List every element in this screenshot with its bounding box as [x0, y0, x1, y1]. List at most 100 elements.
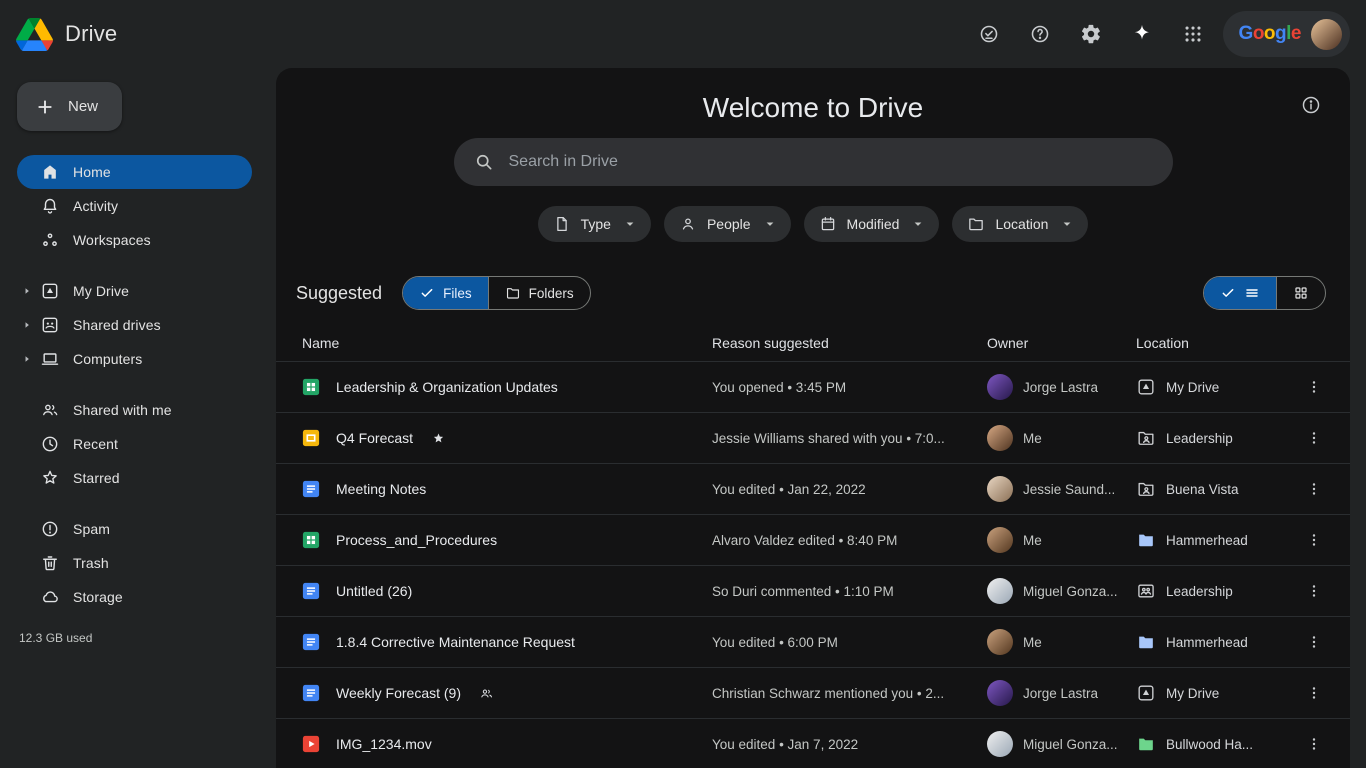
- search-input[interactable]: [509, 153, 1153, 171]
- file-name: Q4 Forecast: [336, 430, 413, 446]
- chevron-spacer: [22, 201, 40, 211]
- sidebar-item-workspaces[interactable]: Workspaces: [17, 223, 252, 257]
- table-header: Name Reason suggested Owner Location: [276, 324, 1350, 362]
- grid-view-button[interactable]: [1276, 277, 1325, 309]
- settings-button[interactable]: [1071, 14, 1111, 54]
- expand-chevron-icon[interactable]: [22, 286, 40, 296]
- list-view-button[interactable]: [1204, 277, 1276, 309]
- sidebar-item-computers[interactable]: Computers: [17, 342, 252, 376]
- sidebar-item-label: Storage: [73, 589, 123, 605]
- shared-folder-icon: [1136, 428, 1156, 448]
- file-row[interactable]: Leadership & Organization Updates You op…: [276, 362, 1350, 413]
- docs-file-icon: [302, 480, 320, 498]
- file-name: 1.8.4 Corrective Maintenance Request: [336, 634, 575, 650]
- offline-status-button[interactable]: [969, 14, 1009, 54]
- grid-view-icon: [1293, 285, 1309, 301]
- sidebar-item-home[interactable]: Home: [17, 155, 252, 189]
- filter-chip-type[interactable]: Type: [538, 206, 651, 242]
- gemini-button[interactable]: [1122, 14, 1162, 54]
- sidebar-item-shared-with-me[interactable]: Shared with me: [17, 393, 252, 427]
- docs-file-icon: [302, 684, 320, 702]
- file-row[interactable]: Untitled (26) So Duri commented • 1:10 P…: [276, 566, 1350, 617]
- folders-toggle[interactable]: Folders: [488, 277, 590, 309]
- row-menu-button[interactable]: [1298, 575, 1330, 607]
- info-icon: [1300, 94, 1322, 116]
- row-menu-button[interactable]: [1298, 524, 1330, 556]
- files-toggle[interactable]: Files: [403, 277, 488, 309]
- column-header-reason[interactable]: Reason suggested: [712, 335, 987, 351]
- row-menu-button[interactable]: [1298, 677, 1330, 709]
- location-name: My Drive: [1166, 380, 1219, 395]
- list-view-icon: [1244, 285, 1260, 301]
- new-button[interactable]: New: [17, 82, 122, 131]
- file-row[interactable]: IMG_1234.mov You edited • Jan 7, 2022 Mi…: [276, 719, 1350, 768]
- chevron-spacer: [22, 405, 40, 415]
- spam-icon: [40, 519, 60, 539]
- sidebar-item-activity[interactable]: Activity: [17, 189, 252, 223]
- account-avatar[interactable]: [1311, 19, 1342, 50]
- cloud-icon: [40, 587, 60, 607]
- row-menu-button[interactable]: [1298, 371, 1330, 403]
- file-row[interactable]: Q4 Forecast Jessie Williams shared with …: [276, 413, 1350, 464]
- info-button[interactable]: [1300, 94, 1322, 116]
- sidebar-item-my-drive[interactable]: My Drive: [17, 274, 252, 308]
- folder-icon: [505, 285, 521, 301]
- file-icon: [553, 215, 571, 233]
- files-folders-toggle: Files Folders: [402, 276, 591, 310]
- filter-chip-modified[interactable]: Modified: [804, 206, 940, 242]
- sidebar-item-trash[interactable]: Trash: [17, 546, 252, 580]
- drive-logo[interactable]: Drive: [0, 18, 260, 51]
- reason-suggested: So Duri commented • 1:10 PM: [712, 584, 987, 599]
- suggested-toolbar: Suggested Files Folders: [276, 276, 1350, 310]
- file-row[interactable]: Weekly Forecast (9) Christian Schwarz me…: [276, 668, 1350, 719]
- more-vertical-icon: [1305, 633, 1323, 651]
- more-vertical-icon: [1305, 378, 1323, 396]
- sidebar: New Home Activity Workspaces My Drive: [0, 68, 276, 768]
- account-pill[interactable]: Google: [1223, 11, 1350, 57]
- expand-chevron-icon[interactable]: [22, 354, 40, 364]
- owner-name: Jorge Lastra: [1023, 686, 1098, 701]
- sidebar-item-starred[interactable]: Starred: [17, 461, 252, 495]
- sidebar-item-label: Home: [73, 164, 111, 180]
- row-menu-button[interactable]: [1298, 473, 1330, 505]
- sidebar-group: Spam Trash Storage: [0, 512, 276, 614]
- sidebar-item-recent[interactable]: Recent: [17, 427, 252, 461]
- filter-chips: Type People Modified Location: [276, 206, 1350, 242]
- more-vertical-icon: [1305, 735, 1323, 753]
- column-header-name[interactable]: Name: [302, 335, 712, 351]
- search-bar[interactable]: [454, 138, 1173, 186]
- sidebar-item-spam[interactable]: Spam: [17, 512, 252, 546]
- workspaces-icon: [40, 230, 60, 250]
- help-icon: [1029, 23, 1051, 45]
- expand-chevron-icon[interactable]: [22, 320, 40, 330]
- sidebar-item-shared-drives[interactable]: Shared drives: [17, 308, 252, 342]
- filter-chip-location[interactable]: Location: [952, 206, 1088, 242]
- file-row[interactable]: 1.8.4 Corrective Maintenance Request You…: [276, 617, 1350, 668]
- owner-avatar: [987, 425, 1013, 451]
- column-header-owner[interactable]: Owner: [987, 335, 1136, 351]
- file-name: Untitled (26): [336, 583, 412, 599]
- shared-folder-icon: [1136, 479, 1156, 499]
- column-header-location[interactable]: Location: [1136, 335, 1290, 351]
- settings-icon: [1080, 23, 1102, 45]
- help-button[interactable]: [1020, 14, 1060, 54]
- topbar-actions: [969, 14, 1213, 54]
- sidebar-item-storage[interactable]: Storage: [17, 580, 252, 614]
- mydrive-location-icon: [1136, 683, 1156, 703]
- file-table: Leadership & Organization Updates You op…: [276, 362, 1350, 768]
- owner-avatar: [987, 374, 1013, 400]
- row-menu-button[interactable]: [1298, 626, 1330, 658]
- filter-chip-label: Modified: [847, 216, 900, 232]
- computer-icon: [40, 349, 60, 369]
- sidebar-item-label: Shared with me: [73, 402, 172, 418]
- row-menu-button[interactable]: [1298, 422, 1330, 454]
- sidebar-group: Shared with me Recent Starred: [0, 393, 276, 495]
- row-menu-button[interactable]: [1298, 728, 1330, 760]
- apps-grid-button[interactable]: [1173, 14, 1213, 54]
- owner-name: Jessie Saund...: [1023, 482, 1115, 497]
- home-icon: [40, 162, 60, 182]
- file-row[interactable]: Process_and_Procedures Alvaro Valdez edi…: [276, 515, 1350, 566]
- file-row[interactable]: Meeting Notes You edited • Jan 22, 2022 …: [276, 464, 1350, 515]
- owner-name: Me: [1023, 533, 1042, 548]
- filter-chip-people[interactable]: People: [664, 206, 791, 242]
